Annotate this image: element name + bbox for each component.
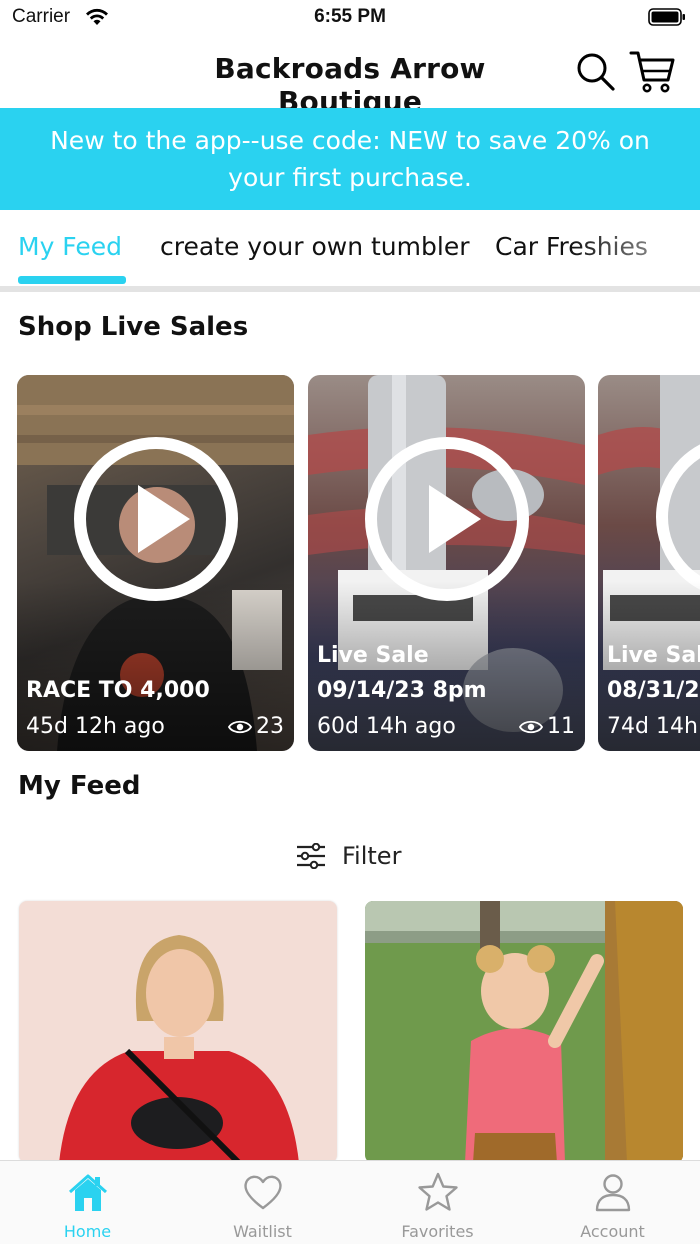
heart-icon — [244, 1175, 282, 1210]
product-tile[interactable] — [365, 901, 683, 1163]
filter-button[interactable]: Filter — [296, 836, 401, 876]
promo-banner[interactable]: New to the app--use code: NEW to save 20… — [0, 108, 700, 210]
play-icon[interactable] — [72, 435, 240, 603]
star-icon — [418, 1172, 458, 1211]
card-title: RACE TO 4,000 — [26, 678, 210, 703]
card-title: 09/14/23 8pm — [317, 678, 487, 703]
tab-favorites[interactable]: Favorites — [350, 1161, 525, 1244]
tab-label: Home — [63, 1222, 112, 1241]
live-sale-card[interactable]: RACE TO 4,000 45d 12h ago 23 — [17, 375, 294, 751]
card-age: 45d 12h ago — [26, 714, 165, 739]
view-count-value: 23 — [256, 714, 284, 739]
promo-text: New to the app--use code: NEW to save 20… — [50, 126, 650, 192]
play-icon[interactable] — [363, 435, 531, 603]
tab-my-feed[interactable]: My Feed — [18, 232, 122, 261]
card-subtitle: Live Sale — [607, 643, 700, 668]
product-tile[interactable] — [19, 901, 337, 1163]
live-sale-card[interactable]: Live Sale 08/31/23 74d 14h — [598, 375, 700, 751]
live-sale-card[interactable]: Live Sale 09/14/23 8pm 60d 14h ago 11 — [308, 375, 585, 751]
card-title: 08/31/23 — [607, 678, 700, 703]
battery-icon — [648, 8, 685, 26]
active-tab-indicator — [18, 276, 126, 284]
bottom-tab-bar: Home Waitlist Favorites Account — [0, 1160, 700, 1244]
feed-heading: My Feed — [18, 771, 141, 801]
card-age: 74d 14h — [607, 714, 698, 739]
cart-icon[interactable] — [628, 48, 676, 94]
app-header: Backroads Arrow Boutique — [0, 36, 700, 118]
eye-icon — [228, 720, 252, 733]
sliders-icon — [297, 843, 325, 869]
tab-home[interactable]: Home — [0, 1161, 175, 1244]
home-icon — [69, 1174, 107, 1211]
person-icon — [595, 1174, 631, 1212]
tab-waitlist[interactable]: Waitlist — [175, 1161, 350, 1244]
card-age: 60d 14h ago — [317, 714, 456, 739]
tab-label: Waitlist — [233, 1222, 292, 1241]
view-count: 23 — [228, 714, 284, 739]
tab-create-your-own-tumbler[interactable]: create your own tumbler — [160, 232, 469, 261]
view-count: 11 — [519, 714, 575, 739]
tab-account[interactable]: Account — [525, 1161, 700, 1244]
product-image — [365, 901, 683, 1163]
divider — [0, 286, 700, 292]
category-tabs: My Feed create your own tumbler Car Fres… — [0, 210, 700, 288]
search-icon[interactable] — [574, 50, 616, 92]
view-count-value: 11 — [547, 714, 575, 739]
product-image — [59, 935, 299, 1163]
filter-label: Filter — [342, 842, 402, 870]
live-sales-heading: Shop Live Sales — [18, 312, 249, 342]
tabs-fade — [570, 210, 700, 288]
card-subtitle: Live Sale — [317, 643, 429, 668]
clock: 6:55 PM — [314, 6, 386, 27]
tab-label: Account — [580, 1222, 645, 1241]
tab-label: Favorites — [401, 1222, 474, 1241]
eye-icon — [519, 720, 543, 733]
status-bar: Carrier 6:55 PM — [0, 0, 700, 36]
